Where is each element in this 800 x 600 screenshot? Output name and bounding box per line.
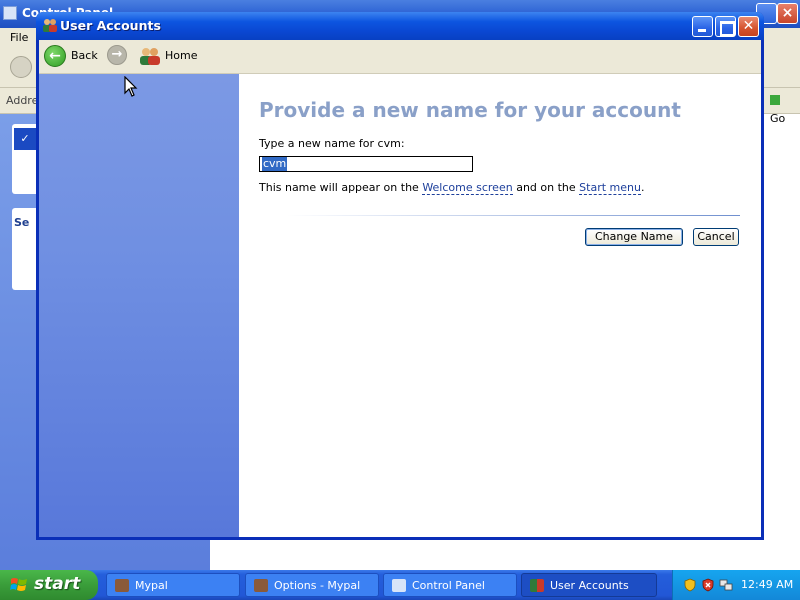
maximize-button[interactable] [715,16,736,37]
user-accounts-titlebar[interactable]: User Accounts ✕ [36,12,764,40]
welcome-screen-link[interactable]: Welcome screen [422,181,513,195]
close-button[interactable]: ✕ [738,16,759,37]
mypal-icon [115,579,129,592]
taskbar-item-label: Options - Mypal [274,579,361,592]
control-panel-icon [392,579,406,592]
start-menu-link[interactable]: Start menu [579,181,641,195]
start-button[interactable]: start [0,570,98,600]
taskbar-item-options-mypal[interactable]: Options - Mypal [245,573,379,597]
new-name-input[interactable]: cvm [259,156,473,172]
info-text-before: This name will appear on the [259,181,419,194]
security-shield-icon[interactable] [683,578,697,592]
taskbar-item-label: User Accounts [550,579,629,592]
info-text-after: . [640,181,645,194]
window-title: User Accounts [60,18,161,33]
user-accounts-icon [530,579,544,592]
back-button[interactable]: ← Back [42,44,102,68]
info-text: This name will appear on the Welcome scr… [259,181,645,195]
navigation-toolbar: ← Back → Home [39,40,761,74]
user-accounts-icon [43,19,57,32]
see-also-title: Se [14,216,30,229]
go-button[interactable]: Go [766,92,796,125]
forward-arrow-icon[interactable]: → [107,45,127,65]
minimize-button[interactable] [692,16,713,37]
back-label: Back [71,49,98,62]
taskbar-item-label: Control Panel [412,579,485,592]
home-label: Home [165,49,198,62]
control-panel-back-icon[interactable] [10,56,32,78]
back-arrow-icon: ← [44,45,66,67]
menu-file[interactable]: File [10,31,28,44]
taskbar-item-mypal[interactable]: Mypal [106,573,240,597]
divider [287,215,740,216]
taskbar-item-label: Mypal [135,579,168,592]
mypal-icon [254,579,268,592]
control-panel-close-button[interactable]: × [777,3,798,24]
mouse-cursor-icon [124,76,138,97]
taskbar-item-user-accounts[interactable]: User Accounts [521,573,657,597]
page-title: Provide a new name for your account [259,98,681,122]
user-accounts-window: User Accounts ✕ ← Back → Home Provide a … [36,12,764,540]
start-label: start [34,574,81,594]
taskbar-item-control-panel[interactable]: Control Panel [383,573,517,597]
system-tray: 12:49 AM [672,570,800,600]
security-alert-icon[interactable] [701,578,715,592]
users-home-icon [140,48,160,65]
new-name-label: Type a new name for cvm: [259,137,405,150]
home-button[interactable]: Home [139,44,199,68]
info-text-middle: and on the [516,181,576,194]
network-icon[interactable] [719,578,733,592]
close-icon: ✕ [742,18,755,34]
clock: 12:49 AM [741,578,794,591]
go-label: Go [770,112,786,125]
taskbar: start Mypal Options - Mypal Control Pane… [0,570,800,600]
content-pane: Provide a new name for your account Type… [239,74,761,537]
control-panel-title-icon [3,6,17,20]
windows-logo-icon [10,578,27,591]
control-panel-check-icon: ✓ [14,128,36,150]
cancel-button[interactable]: Cancel [693,228,739,246]
side-pane [39,74,239,537]
change-name-button[interactable]: Change Name [585,228,683,246]
new-name-input-value: cvm [262,157,288,171]
go-arrow-icon [770,95,780,105]
